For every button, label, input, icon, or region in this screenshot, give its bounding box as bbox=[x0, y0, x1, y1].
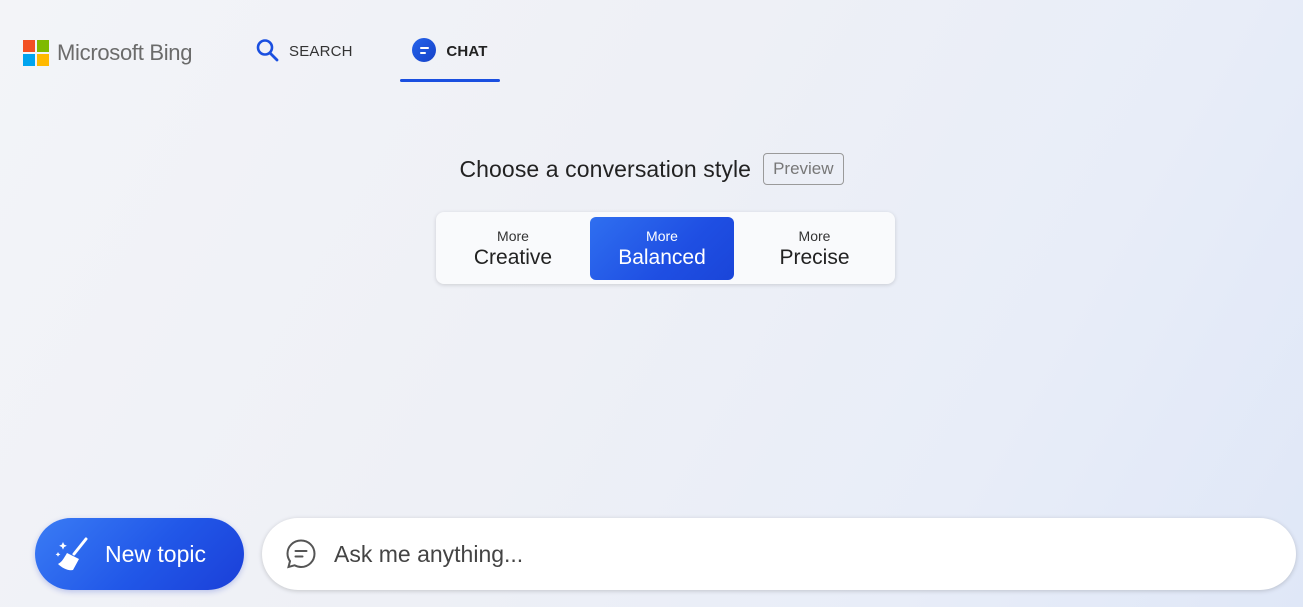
header: Microsoft Bing SEARCH CHAT bbox=[0, 0, 1303, 90]
ask-input[interactable] bbox=[334, 540, 1234, 568]
conversation-style-heading: Choose a conversation style Preview bbox=[0, 153, 1303, 185]
style-balanced-button[interactable]: More Balanced bbox=[590, 217, 734, 280]
style-precise-button[interactable]: More Precise bbox=[739, 217, 890, 280]
style-balanced-label: Balanced bbox=[618, 245, 706, 269]
style-precise-prefix: More bbox=[798, 227, 831, 244]
chat-bubble-icon bbox=[412, 38, 437, 62]
brand-name: Microsoft Bing bbox=[57, 40, 193, 65]
style-creative-button[interactable]: More Creative bbox=[441, 217, 585, 280]
style-precise-label: Precise bbox=[779, 245, 850, 269]
new-topic-label: New topic bbox=[105, 540, 206, 567]
tab-search-label: SEARCH bbox=[289, 43, 353, 60]
tab-chat[interactable]: CHAT bbox=[400, 38, 500, 82]
new-topic-button[interactable]: New topic bbox=[35, 518, 244, 590]
ask-box[interactable] bbox=[262, 518, 1296, 590]
chat-icon bbox=[286, 539, 316, 569]
tab-chat-label: CHAT bbox=[446, 43, 488, 60]
bing-logo[interactable]: Microsoft Bing bbox=[23, 40, 192, 66]
style-creative-label: Creative bbox=[473, 245, 553, 269]
style-creative-prefix: More bbox=[497, 227, 529, 244]
conversation-style-title: Choose a conversation style bbox=[459, 155, 752, 182]
broom-icon bbox=[55, 537, 88, 571]
search-icon bbox=[256, 39, 279, 62]
conversation-style-selector: More Creative More Balanced More Precise bbox=[436, 212, 895, 284]
style-balanced-prefix: More bbox=[646, 227, 678, 244]
microsoft-logo-icon bbox=[23, 40, 49, 66]
active-tab-indicator bbox=[400, 79, 500, 82]
tab-search[interactable]: SEARCH bbox=[256, 38, 353, 82]
preview-badge: Preview bbox=[763, 153, 844, 185]
